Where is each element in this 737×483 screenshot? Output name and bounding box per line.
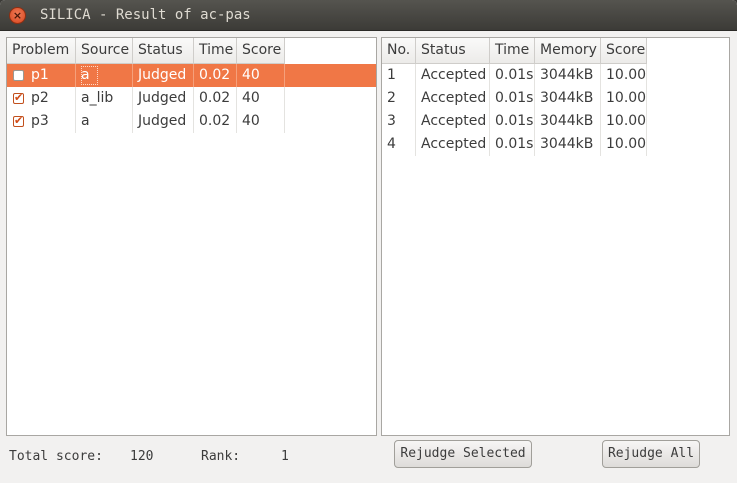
- source-cell: a: [76, 64, 133, 87]
- problems-table[interactable]: Problem Source Status Time Score p1 a Ju…: [6, 37, 377, 436]
- testcase-number: 1: [382, 64, 416, 87]
- testcase-status: Accepted: [416, 110, 490, 133]
- table-row[interactable]: 3 Accepted 0.01s 3044kB 10.00: [382, 110, 729, 133]
- testcase-time: 0.01s: [490, 110, 535, 133]
- column-header-time[interactable]: Time: [194, 38, 237, 64]
- problem-name: p2: [26, 87, 76, 110]
- time-cell: 0.02: [194, 64, 237, 87]
- column-header-no[interactable]: No.: [382, 38, 416, 64]
- time-cell: 0.02: [194, 87, 237, 110]
- problem-name: p3: [26, 110, 76, 133]
- column-header-score[interactable]: Score: [237, 38, 285, 64]
- column-header-score[interactable]: Score: [601, 38, 647, 64]
- table-row[interactable]: p3 a Judged 0.02 40: [7, 110, 376, 133]
- testcase-memory: 3044kB: [535, 87, 601, 110]
- time-cell: 0.02: [194, 110, 237, 133]
- rejudge-all-button[interactable]: Rejudge All: [602, 440, 700, 468]
- table-row[interactable]: 2 Accepted 0.01s 3044kB 10.00: [382, 87, 729, 110]
- score-cell: 40: [237, 87, 285, 110]
- testcase-number: 2: [382, 87, 416, 110]
- score-cell: 40: [237, 64, 285, 87]
- testcase-score: 10.00: [601, 87, 647, 110]
- table-row[interactable]: p1 a Judged 0.02 40: [7, 64, 376, 87]
- table-row[interactable]: p2 a_lib Judged 0.02 40: [7, 87, 376, 110]
- testcase-status: Accepted: [416, 64, 490, 87]
- status-cell: Judged: [133, 110, 194, 133]
- problem-checkbox[interactable]: [13, 89, 24, 107]
- window-title: SILICA - Result of ac-pas: [40, 7, 251, 23]
- close-icon[interactable]: ×: [9, 7, 26, 24]
- source-cell: a: [76, 110, 133, 133]
- testcase-score: 10.00: [601, 64, 647, 87]
- title-bar: × SILICA - Result of ac-pas: [0, 0, 737, 31]
- problem-checkbox[interactable]: [13, 112, 24, 130]
- testcase-memory: 3044kB: [535, 110, 601, 133]
- testcases-table[interactable]: No. Status Time Memory Score 1 Accepted …: [381, 37, 730, 436]
- testcase-status: Accepted: [416, 87, 490, 110]
- problem-checkbox[interactable]: [13, 70, 24, 81]
- testcase-time: 0.01s: [490, 64, 535, 87]
- rejudge-selected-button[interactable]: Rejudge Selected: [394, 440, 532, 468]
- table-row[interactable]: 4 Accepted 0.01s 3044kB 10.00: [382, 133, 729, 156]
- testcase-score: 10.00: [601, 110, 647, 133]
- column-header-time[interactable]: Time: [490, 38, 535, 64]
- table-row[interactable]: 1 Accepted 0.01s 3044kB 10.00: [382, 64, 729, 87]
- column-header-source[interactable]: Source: [76, 38, 133, 64]
- status-cell: Judged: [133, 87, 194, 110]
- column-header-problem[interactable]: Problem: [7, 38, 76, 64]
- testcase-memory: 3044kB: [535, 133, 601, 156]
- testcase-time: 0.01s: [490, 133, 535, 156]
- testcase-score: 10.00: [601, 133, 647, 156]
- column-header-status[interactable]: Status: [133, 38, 194, 64]
- result-window: × SILICA - Result of ac-pas Problem Sour…: [0, 0, 737, 483]
- score-cell: 40: [237, 110, 285, 133]
- testcase-memory: 3044kB: [535, 64, 601, 87]
- column-header-memory[interactable]: Memory: [535, 38, 601, 64]
- testcase-time: 0.01s: [490, 87, 535, 110]
- testcase-status: Accepted: [416, 133, 490, 156]
- total-score-label: Total score:: [9, 449, 103, 464]
- total-score-value: 120: [130, 449, 154, 464]
- rank-value: 1: [281, 449, 289, 464]
- testcase-number: 4: [382, 133, 416, 156]
- source-cell: a_lib: [76, 87, 133, 110]
- problem-name: p1: [26, 64, 76, 87]
- status-cell: Judged: [133, 64, 194, 87]
- testcase-number: 3: [382, 110, 416, 133]
- rank-label: Rank:: [201, 449, 241, 464]
- column-header-status[interactable]: Status: [416, 38, 490, 64]
